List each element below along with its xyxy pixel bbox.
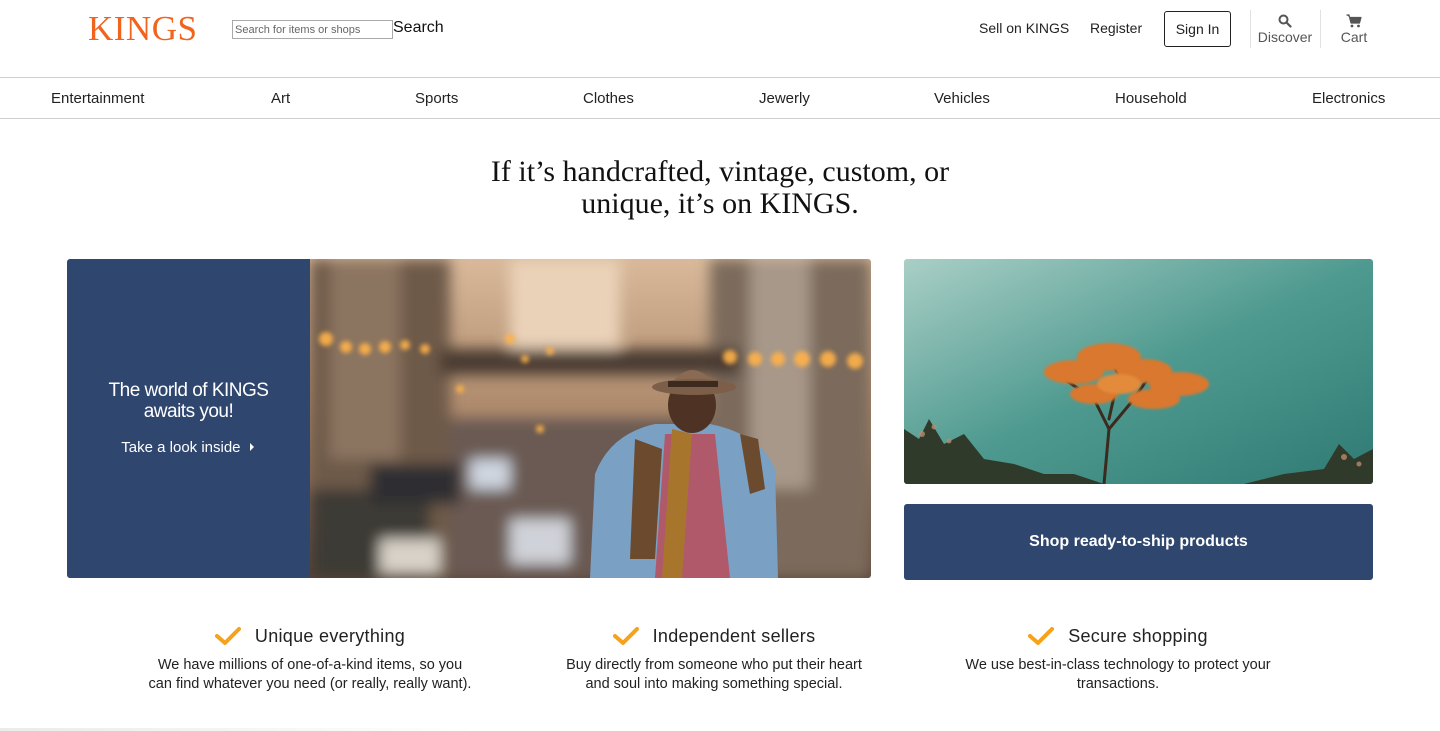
category-jewerly[interactable]: Jewerly <box>759 90 810 107</box>
value-prop-text-line: and soul into making something special. <box>585 675 843 692</box>
category-electronics[interactable]: Electronics <box>1312 90 1385 107</box>
feature-card[interactable]: The world of KINGS awaits you! Take a lo… <box>67 259 871 578</box>
tree-photo[interactable] <box>904 259 1373 484</box>
cart-button[interactable]: Cart <box>1334 14 1374 45</box>
discover-button[interactable]: Discover <box>1256 14 1314 45</box>
value-prop-title: Unique everything <box>254 625 406 646</box>
sign-in-button[interactable]: Sign In <box>1164 11 1231 47</box>
feature-title-line-1: The world of KINGS <box>108 380 269 401</box>
site-header: KINGS Search Sell on KINGS Register Sign… <box>0 0 1440 78</box>
take-a-look-link[interactable]: Take a look inside <box>67 439 310 456</box>
category-nav: Entertainment Art Sports Clothes Jewerly… <box>0 79 1440 119</box>
value-prop-text-line: We have millions of one-of-a-kind items,… <box>157 657 463 673</box>
value-prop-text-line: We use best-in-class technology to prote… <box>965 657 1271 673</box>
header-divider <box>1250 10 1251 48</box>
value-prop-text: We have millions of one-of-a-kind items,… <box>110 656 510 693</box>
value-prop-heading: Secure shopping <box>918 622 1318 650</box>
caret-right-icon <box>249 443 254 451</box>
value-prop-heading: Independent sellers <box>514 622 914 650</box>
shop-ready-to-ship-button[interactable]: Shop ready-to-ship products <box>904 504 1373 580</box>
value-prop-text: We use best-in-class technology to prote… <box>918 656 1318 693</box>
category-entertainment[interactable]: Entertainment <box>51 90 144 107</box>
category-art[interactable]: Art <box>271 90 290 107</box>
checkmark-icon <box>1028 627 1055 645</box>
cart-icon <box>1346 14 1362 28</box>
value-prop-title: Independent sellers <box>652 625 816 646</box>
value-prop-unique: Unique everything We have millions of on… <box>110 622 510 693</box>
street-photo <box>310 259 871 578</box>
feature-title-line-2: awaits you! <box>143 401 234 422</box>
value-prop-title: Secure shopping <box>1068 625 1208 646</box>
checkmark-icon <box>214 627 241 645</box>
logo[interactable]: KINGS <box>88 9 197 49</box>
category-clothes[interactable]: Clothes <box>583 90 634 107</box>
search-input[interactable] <box>232 20 393 39</box>
category-vehicles[interactable]: Vehicles <box>934 90 990 107</box>
discover-label: Discover <box>1257 29 1313 45</box>
value-prop-independent: Independent sellers Buy directly from so… <box>514 622 914 693</box>
value-prop-text: Buy directly from someone who put their … <box>514 656 914 693</box>
checkmark-icon <box>612 627 639 645</box>
value-prop-heading: Unique everything <box>110 622 510 650</box>
register-link[interactable]: Register <box>1090 20 1142 36</box>
feature-title: The world of KINGS awaits you! <box>67 380 310 422</box>
cart-label: Cart <box>1340 29 1368 45</box>
search-button[interactable]: Search <box>393 19 444 37</box>
search-icon <box>1278 14 1292 28</box>
value-prop-text-line: transactions. <box>1076 675 1160 692</box>
tagline-line-1: If it’s handcrafted, vintage, custom, or <box>490 155 950 188</box>
value-prop-text-line: Buy directly from someone who put their … <box>566 657 862 673</box>
category-sports[interactable]: Sports <box>415 90 458 107</box>
hero-tagline: If it’s handcrafted, vintage, custom, or… <box>420 156 1020 220</box>
value-prop-secure: Secure shopping We use best-in-class tec… <box>918 622 1318 693</box>
tagline-line-2: unique, it’s on KINGS. <box>581 187 859 220</box>
take-a-look-label: Take a look inside <box>121 439 241 456</box>
feature-panel: The world of KINGS awaits you! Take a lo… <box>67 259 310 578</box>
category-household[interactable]: Household <box>1115 90 1187 107</box>
sell-link[interactable]: Sell on KINGS <box>979 20 1069 36</box>
value-prop-text-line: can find whatever you need (or really, r… <box>148 675 472 692</box>
header-divider <box>1320 10 1321 48</box>
